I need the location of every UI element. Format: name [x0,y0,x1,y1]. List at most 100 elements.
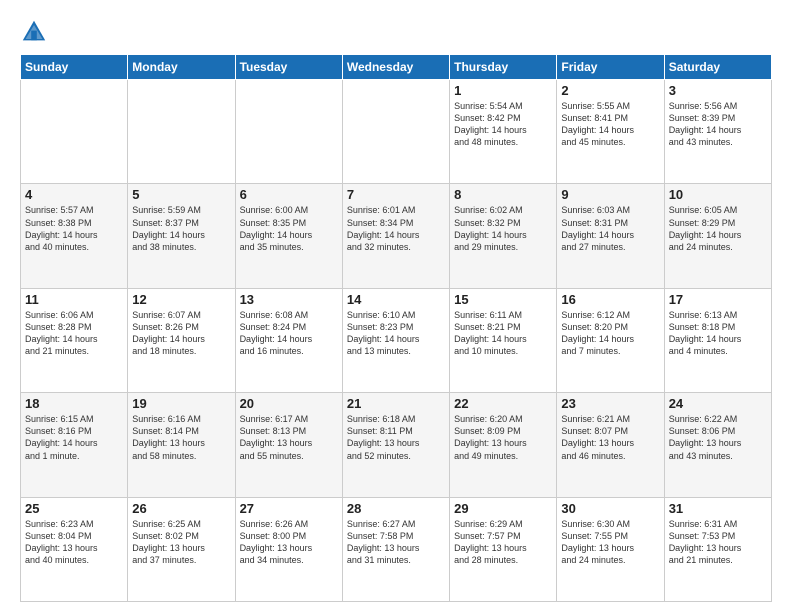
day-info: Sunrise: 5:57 AM Sunset: 8:38 PM Dayligh… [25,204,123,253]
day-number: 23 [561,396,659,411]
calendar-week-2: 4 Sunrise: 5:57 AM Sunset: 8:38 PM Daylig… [21,184,772,288]
calendar-cell: 27Sunrise: 6:26 AM Sunset: 8:00 PM Dayli… [235,497,342,601]
calendar-body: 1 Sunrise: 5:54 AM Sunset: 8:42 PM Daylig… [21,80,772,602]
calendar-cell: 1 Sunrise: 5:54 AM Sunset: 8:42 PM Daylig… [450,80,557,184]
calendar-cell: 4 Sunrise: 5:57 AM Sunset: 8:38 PM Daylig… [21,184,128,288]
day-info: Sunrise: 6:22 AM Sunset: 8:06 PM Dayligh… [669,413,767,462]
day-info: Sunrise: 5:54 AM Sunset: 8:42 PM Dayligh… [454,100,552,149]
calendar-cell: 5Sunrise: 5:59 AM Sunset: 8:37 PM Daylig… [128,184,235,288]
weekday-header-row: SundayMondayTuesdayWednesdayThursdayFrid… [21,55,772,80]
calendar-cell: 30Sunrise: 6:30 AM Sunset: 7:55 PM Dayli… [557,497,664,601]
weekday-header-thursday: Thursday [450,55,557,80]
calendar-cell: 18Sunrise: 6:15 AM Sunset: 8:16 PM Dayli… [21,393,128,497]
day-number: 13 [240,292,338,307]
day-info: Sunrise: 6:11 AM Sunset: 8:21 PM Dayligh… [454,309,552,358]
calendar-cell: 22 Sunrise: 6:20 AM Sunset: 8:09 PM Dayli… [450,393,557,497]
calendar-cell: 14Sunrise: 6:10 AM Sunset: 8:23 PM Dayli… [342,288,449,392]
day-info: Sunrise: 6:13 AM Sunset: 8:18 PM Dayligh… [669,309,767,358]
day-number: 25 [25,501,123,516]
day-info: Sunrise: 6:00 AM Sunset: 8:35 PM Dayligh… [240,204,338,253]
day-info: Sunrise: 6:06 AM Sunset: 8:28 PM Dayligh… [25,309,123,358]
day-number: 6 [240,187,338,202]
calendar-cell: 16 Sunrise: 6:12 AM Sunset: 8:20 PM Dayli… [557,288,664,392]
calendar-cell: 12Sunrise: 6:07 AM Sunset: 8:26 PM Dayli… [128,288,235,392]
day-number: 24 [669,396,767,411]
day-info: Sunrise: 6:05 AM Sunset: 8:29 PM Dayligh… [669,204,767,253]
day-number: 22 [454,396,552,411]
header [20,18,772,46]
day-number: 28 [347,501,445,516]
day-info: Sunrise: 6:17 AM Sunset: 8:13 PM Dayligh… [240,413,338,462]
calendar-cell: 28 Sunrise: 6:27 AM Sunset: 7:58 PM Dayli… [342,497,449,601]
day-info: Sunrise: 6:31 AM Sunset: 7:53 PM Dayligh… [669,518,767,567]
weekday-header-sunday: Sunday [21,55,128,80]
weekday-header-tuesday: Tuesday [235,55,342,80]
day-info: Sunrise: 6:07 AM Sunset: 8:26 PM Dayligh… [132,309,230,358]
day-info: Sunrise: 6:18 AM Sunset: 8:11 PM Dayligh… [347,413,445,462]
calendar-cell: 15 Sunrise: 6:11 AM Sunset: 8:21 PM Dayli… [450,288,557,392]
calendar-cell [128,80,235,184]
calendar-cell [21,80,128,184]
day-info: Sunrise: 6:23 AM Sunset: 8:04 PM Dayligh… [25,518,123,567]
day-number: 30 [561,501,659,516]
day-info: Sunrise: 6:02 AM Sunset: 8:32 PM Dayligh… [454,204,552,253]
calendar-cell: 29Sunrise: 6:29 AM Sunset: 7:57 PM Dayli… [450,497,557,601]
calendar-cell [342,80,449,184]
calendar-cell: 10 Sunrise: 6:05 AM Sunset: 8:29 PM Dayli… [664,184,771,288]
day-info: Sunrise: 5:55 AM Sunset: 8:41 PM Dayligh… [561,100,659,149]
day-number: 10 [669,187,767,202]
calendar-cell: 11Sunrise: 6:06 AM Sunset: 8:28 PM Dayli… [21,288,128,392]
weekday-header-saturday: Saturday [664,55,771,80]
calendar-week-1: 1 Sunrise: 5:54 AM Sunset: 8:42 PM Daylig… [21,80,772,184]
day-number: 20 [240,396,338,411]
calendar-cell: 6 Sunrise: 6:00 AM Sunset: 8:35 PM Daylig… [235,184,342,288]
calendar-cell: 3 Sunrise: 5:56 AM Sunset: 8:39 PM Daylig… [664,80,771,184]
day-number: 4 [25,187,123,202]
calendar-week-5: 25 Sunrise: 6:23 AM Sunset: 8:04 PM Dayli… [21,497,772,601]
day-info: Sunrise: 6:12 AM Sunset: 8:20 PM Dayligh… [561,309,659,358]
day-info: Sunrise: 6:20 AM Sunset: 8:09 PM Dayligh… [454,413,552,462]
day-number: 15 [454,292,552,307]
page: SundayMondayTuesdayWednesdayThursdayFrid… [0,0,792,612]
day-number: 3 [669,83,767,98]
day-info: Sunrise: 6:03 AM Sunset: 8:31 PM Dayligh… [561,204,659,253]
day-number: 19 [132,396,230,411]
day-info: Sunrise: 6:25 AM Sunset: 8:02 PM Dayligh… [132,518,230,567]
weekday-header-monday: Monday [128,55,235,80]
calendar-cell: 24 Sunrise: 6:22 AM Sunset: 8:06 PM Dayli… [664,393,771,497]
weekday-header-wednesday: Wednesday [342,55,449,80]
calendar-cell: 9Sunrise: 6:03 AM Sunset: 8:31 PM Daylig… [557,184,664,288]
day-info: Sunrise: 5:56 AM Sunset: 8:39 PM Dayligh… [669,100,767,149]
day-info: Sunrise: 6:15 AM Sunset: 8:16 PM Dayligh… [25,413,123,462]
day-info: Sunrise: 6:21 AM Sunset: 8:07 PM Dayligh… [561,413,659,462]
day-info: Sunrise: 6:16 AM Sunset: 8:14 PM Dayligh… [132,413,230,462]
calendar-header: SundayMondayTuesdayWednesdayThursdayFrid… [21,55,772,80]
calendar-cell: 26 Sunrise: 6:25 AM Sunset: 8:02 PM Dayli… [128,497,235,601]
calendar-week-4: 18Sunrise: 6:15 AM Sunset: 8:16 PM Dayli… [21,393,772,497]
calendar-cell: 21 Sunrise: 6:18 AM Sunset: 8:11 PM Dayli… [342,393,449,497]
day-number: 1 [454,83,552,98]
calendar-cell: 8 Sunrise: 6:02 AM Sunset: 8:32 PM Daylig… [450,184,557,288]
day-number: 16 [561,292,659,307]
day-number: 8 [454,187,552,202]
logo [20,18,54,46]
logo-icon [20,18,48,46]
calendar-cell: 7Sunrise: 6:01 AM Sunset: 8:34 PM Daylig… [342,184,449,288]
day-number: 31 [669,501,767,516]
day-number: 21 [347,396,445,411]
calendar-cell: 2 Sunrise: 5:55 AM Sunset: 8:41 PM Daylig… [557,80,664,184]
calendar-cell: 19 Sunrise: 6:16 AM Sunset: 8:14 PM Dayli… [128,393,235,497]
calendar-cell: 25 Sunrise: 6:23 AM Sunset: 8:04 PM Dayli… [21,497,128,601]
day-info: Sunrise: 6:27 AM Sunset: 7:58 PM Dayligh… [347,518,445,567]
day-number: 26 [132,501,230,516]
day-number: 17 [669,292,767,307]
calendar-cell: 31 Sunrise: 6:31 AM Sunset: 7:53 PM Dayli… [664,497,771,601]
day-info: Sunrise: 6:26 AM Sunset: 8:00 PM Dayligh… [240,518,338,567]
calendar-cell: 17 Sunrise: 6:13 AM Sunset: 8:18 PM Dayli… [664,288,771,392]
day-number: 2 [561,83,659,98]
weekday-header-friday: Friday [557,55,664,80]
calendar-week-3: 11Sunrise: 6:06 AM Sunset: 8:28 PM Dayli… [21,288,772,392]
day-info: Sunrise: 6:10 AM Sunset: 8:23 PM Dayligh… [347,309,445,358]
calendar-cell: 20 Sunrise: 6:17 AM Sunset: 8:13 PM Dayli… [235,393,342,497]
day-number: 5 [132,187,230,202]
